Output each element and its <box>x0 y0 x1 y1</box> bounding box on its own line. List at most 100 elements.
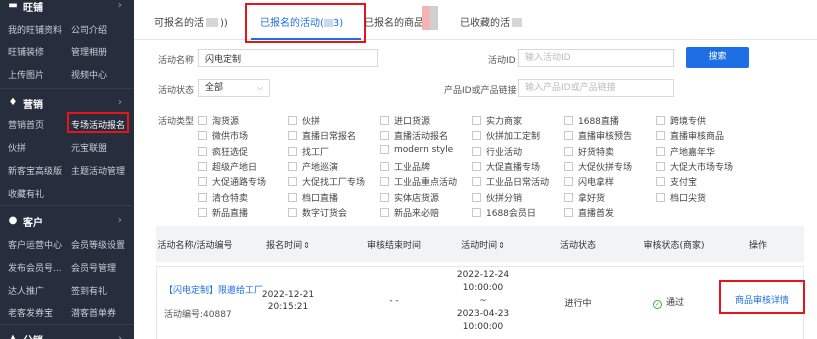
checkbox-box[interactable] <box>380 207 389 217</box>
activity-type-checkbox[interactable]: 工业品牌 <box>380 160 430 173</box>
sidebar-item-customer-ops[interactable]: 客户运营中心 <box>8 238 62 251</box>
checkbox-box[interactable] <box>198 207 207 217</box>
activity-type-checkbox[interactable]: 大促通路专场 <box>198 175 266 188</box>
activity-type-checkbox[interactable]: 找工厂 <box>288 145 329 158</box>
tab-registered-products[interactable]: 已报名的商品 <box>364 14 424 29</box>
sidebar-item-member-level[interactable]: 会员等级设置 <box>71 238 125 251</box>
activity-type-checkbox[interactable]: 档口尖货 <box>656 191 706 204</box>
checkbox-box[interactable] <box>288 131 297 141</box>
checkbox-box[interactable] <box>656 161 665 171</box>
checkbox-box[interactable] <box>472 131 481 141</box>
tab-favorite-activities[interactable]: 已收藏的活 <box>460 14 522 29</box>
sidebar-section-distribution[interactable]: ▲ 分销 › <box>0 329 134 339</box>
checkbox-box[interactable] <box>564 116 573 125</box>
checkbox-box[interactable] <box>288 177 297 187</box>
sidebar-item-album[interactable]: 管理相册 <box>71 45 107 58</box>
sidebar-item-shop-info[interactable]: 我的旺铺资料 <box>8 23 62 36</box>
sidebar-item-coupon[interactable]: 老客发券宝 <box>8 306 53 319</box>
checkbox-box[interactable] <box>564 192 573 202</box>
checkbox-box[interactable] <box>656 192 665 202</box>
checkbox-box[interactable] <box>198 161 207 171</box>
sidebar-item-influencer[interactable]: 达人推广 <box>8 284 44 297</box>
activity-type-checkbox[interactable]: modern style <box>380 145 453 155</box>
checkbox-box[interactable] <box>656 131 665 141</box>
checkbox-box[interactable] <box>564 177 573 187</box>
sidebar-item-decoration[interactable]: 旺铺装修 <box>8 45 44 58</box>
sidebar-item-marketing-home[interactable]: 营销首页 <box>8 118 44 131</box>
sidebar-section-customer[interactable]: ● 客户 › <box>0 211 134 231</box>
activity-type-checkbox[interactable]: 实体店货源 <box>380 191 439 204</box>
activity-type-checkbox[interactable]: 进口货源 <box>380 114 430 127</box>
checkbox-box[interactable] <box>656 116 665 125</box>
checkbox-box[interactable] <box>564 207 573 217</box>
tab-available-activities[interactable]: 可报名的活)) <box>154 14 228 29</box>
checkbox-box[interactable] <box>564 131 573 141</box>
checkbox-box[interactable] <box>288 207 297 217</box>
activity-type-checkbox[interactable]: 大促直播专场 <box>472 160 540 173</box>
sidebar-section-shop[interactable]: ▬ 旺铺 › <box>0 0 134 16</box>
checkbox-box[interactable] <box>380 145 389 155</box>
activity-type-checkbox[interactable]: 实力商家 <box>472 114 522 127</box>
checkbox-box[interactable] <box>472 192 481 202</box>
activity-type-checkbox[interactable]: 档口直播 <box>288 191 338 204</box>
sidebar-section-marketing[interactable]: ♦ 营销 › <box>0 93 134 113</box>
activity-type-checkbox[interactable]: 工业品日常活动 <box>472 175 549 188</box>
product-id-input[interactable] <box>518 79 674 97</box>
sidebar-item-video-center[interactable]: 视频中心 <box>71 68 107 81</box>
checkbox-box[interactable] <box>472 161 481 171</box>
activity-type-checkbox[interactable]: 伙拼分销 <box>472 191 522 204</box>
activity-type-checkbox[interactable]: 产地巡演 <box>288 160 338 173</box>
activity-type-checkbox[interactable]: 微供市场 <box>198 129 248 142</box>
checkbox-box[interactable] <box>564 146 573 156</box>
activity-type-checkbox[interactable]: 支付宝 <box>656 175 697 188</box>
checkbox-box[interactable] <box>472 177 481 187</box>
activity-type-checkbox[interactable]: 1688直播 <box>564 114 619 127</box>
activity-type-checkbox[interactable]: 大促伙拼专场 <box>564 160 632 173</box>
search-button[interactable]: 搜索 <box>686 47 749 68</box>
checkbox-box[interactable] <box>288 192 297 202</box>
activity-type-checkbox[interactable]: 好货特卖 <box>564 145 614 158</box>
checkbox-box[interactable] <box>472 116 481 125</box>
sidebar-item-group-buy[interactable]: 伙拼 <box>8 141 26 154</box>
checkbox-box[interactable] <box>198 116 207 125</box>
sidebar-item-company-intro[interactable]: 公司介绍 <box>71 23 107 36</box>
sidebar-item-yuanbao[interactable]: 元宝联盟 <box>71 141 107 154</box>
activity-type-checkbox[interactable]: 直播审核预告 <box>564 129 632 142</box>
activity-type-checkbox[interactable]: 大促大市场专场 <box>656 160 733 173</box>
sidebar-item-theme-activity[interactable]: 主题活动管理 <box>71 164 125 177</box>
checkbox-box[interactable] <box>288 116 297 125</box>
activity-type-checkbox[interactable]: 产地嘉年华 <box>656 145 715 158</box>
activity-type-checkbox[interactable]: 拿好货 <box>564 191 605 204</box>
activity-name-input[interactable] <box>198 49 378 67</box>
checkbox-box[interactable] <box>472 146 481 156</box>
sidebar-item-upload-image[interactable]: 上传图片 <box>8 68 44 81</box>
col-header-signup-time[interactable]: 报名时间⇕ <box>266 238 310 251</box>
checkbox-box[interactable] <box>656 146 665 156</box>
sidebar-item-new-customer[interactable]: 新客宝高级版 <box>8 164 62 177</box>
checkbox-box[interactable] <box>380 131 389 141</box>
activity-type-checkbox[interactable]: 疯狂选促 <box>198 145 248 158</box>
activity-status-select[interactable]: 全部 ⌵ <box>198 79 270 97</box>
activity-type-checkbox[interactable]: 新品直播 <box>198 206 248 219</box>
activity-type-checkbox[interactable]: 伙拼 <box>288 114 320 127</box>
checkbox-box[interactable] <box>198 131 207 141</box>
activity-name-link[interactable]: 【闪电定制】限邀给工厂 <box>164 283 263 296</box>
checkbox-box[interactable] <box>564 161 573 171</box>
activity-type-checkbox[interactable]: 数字订货会 <box>288 206 347 219</box>
activity-type-checkbox[interactable]: 超级产地日 <box>198 160 257 173</box>
checkbox-box[interactable] <box>656 177 665 187</box>
activity-type-checkbox[interactable]: 新品来必赔 <box>380 206 439 219</box>
activity-type-checkbox[interactable]: 淘货源 <box>198 114 239 127</box>
checkbox-box[interactable] <box>380 116 389 125</box>
checkbox-box[interactable] <box>380 192 389 202</box>
checkbox-box[interactable] <box>198 177 207 187</box>
activity-type-checkbox[interactable]: 直播首发 <box>564 206 614 219</box>
activity-type-checkbox[interactable]: 直播活动报名 <box>380 129 448 142</box>
activity-type-checkbox[interactable]: 行业活动 <box>472 145 522 158</box>
sidebar-item-publish-member[interactable]: 发布会员号... <box>8 261 62 274</box>
activity-id-input[interactable] <box>518 49 674 67</box>
checkbox-box[interactable] <box>198 192 207 202</box>
activity-type-checkbox[interactable]: 伙拼加工定制 <box>472 129 540 142</box>
checkbox-box[interactable] <box>288 146 297 156</box>
activity-type-checkbox[interactable]: 直播日常报名 <box>288 129 356 142</box>
